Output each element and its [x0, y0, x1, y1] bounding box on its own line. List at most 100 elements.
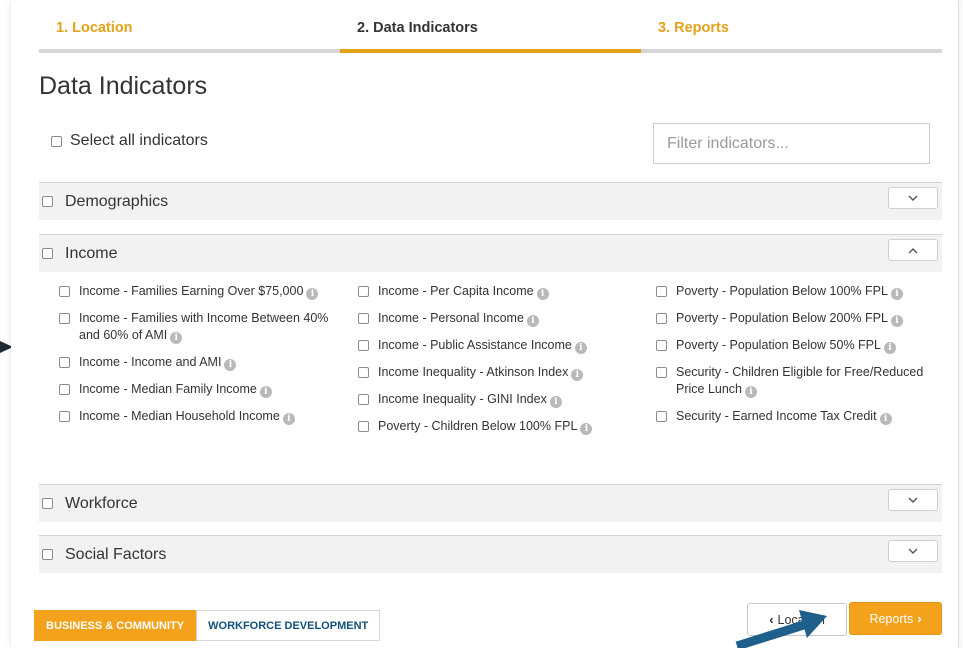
indicator-checkbox[interactable]: [59, 384, 70, 395]
section-social-factors-checkbox[interactable]: [42, 549, 53, 560]
indicator-label: Income - Personal Income: [378, 311, 524, 325]
section-demographics-checkbox[interactable]: [42, 196, 53, 207]
indicator-label: Poverty - Children Below 100% FPL: [378, 419, 578, 433]
section-workforce[interactable]: Workforce: [39, 484, 942, 522]
info-icon[interactable]: i: [879, 413, 892, 425]
indicator-item[interactable]: Poverty - Population Below 100% FPL i: [656, 283, 946, 300]
section-income-checkbox[interactable]: [42, 248, 53, 259]
indicator-checkbox[interactable]: [358, 367, 369, 378]
indicator-checkbox[interactable]: [656, 411, 667, 422]
info-icon[interactable]: i: [306, 288, 319, 300]
step-data-indicators[interactable]: 2. Data Indicators: [340, 0, 641, 53]
step-reports[interactable]: 3. Reports: [641, 0, 942, 53]
section-income[interactable]: Income: [39, 234, 942, 272]
indicator-item[interactable]: Poverty - Population Below 200% FPL i: [656, 310, 946, 327]
indicator-checkbox[interactable]: [59, 313, 70, 324]
step-location[interactable]: 1. Location: [39, 0, 340, 53]
section-income-collapse-button[interactable]: [888, 239, 938, 261]
info-icon[interactable]: i: [282, 413, 295, 425]
indicator-item[interactable]: Security - Earned Income Tax Credit i: [656, 408, 946, 425]
chevron-down-icon: [908, 497, 918, 503]
indicator-checkbox[interactable]: [59, 357, 70, 368]
info-icon[interactable]: i: [580, 423, 593, 435]
section-demographics[interactable]: Demographics: [39, 182, 942, 220]
indicator-label: Income - Per Capita Income: [378, 284, 534, 298]
indicator-label: Income - Median Household Income: [79, 409, 280, 423]
section-income-title: Income: [65, 244, 118, 262]
step-data-indicators-label: 2. Data Indicators: [357, 20, 478, 36]
indicator-item[interactable]: Income Inequality - GINI Index i: [358, 391, 658, 408]
indicator-checkbox[interactable]: [358, 421, 369, 432]
info-icon[interactable]: i: [259, 386, 272, 398]
next-reports-button[interactable]: Reports ›: [849, 602, 942, 635]
page-title: Data Indicators: [39, 72, 208, 100]
indicator-checkbox[interactable]: [656, 340, 667, 351]
indicator-checkbox[interactable]: [358, 286, 369, 297]
indicator-item[interactable]: Income - Income and AMI i: [59, 354, 359, 371]
section-workforce-checkbox[interactable]: [42, 498, 53, 509]
chevron-down-icon: [908, 548, 918, 554]
filter-indicators-input[interactable]: [653, 123, 930, 164]
section-workforce-expand-button[interactable]: [888, 489, 938, 511]
indicator-item[interactable]: Income - Median Family Income i: [59, 381, 359, 398]
section-social-factors[interactable]: Social Factors: [39, 535, 942, 573]
select-all-indicators[interactable]: Select all indicators: [51, 132, 208, 150]
indicator-column-3: Poverty - Population Below 100% FPL i Pov…: [656, 283, 946, 435]
indicator-item[interactable]: Income - Public Assistance Income i: [358, 337, 658, 354]
indicator-label: Income Inequality - GINI Index: [378, 392, 547, 406]
indicator-item[interactable]: Income - Per Capita Income i: [358, 283, 658, 300]
indicator-checkbox[interactable]: [358, 340, 369, 351]
indicator-label: Income - Income and AMI: [79, 355, 222, 369]
indicator-label: Poverty - Population Below 50% FPL: [676, 338, 881, 352]
info-icon[interactable]: i: [549, 396, 562, 408]
indicator-item[interactable]: Income - Median Household Income i: [59, 408, 359, 425]
select-all-checkbox[interactable]: [51, 135, 62, 147]
indicator-item[interactable]: Income - Families with Income Between 40…: [59, 310, 359, 344]
indicator-checkbox[interactable]: [656, 367, 667, 378]
indicator-checkbox[interactable]: [656, 286, 667, 297]
indicator-item[interactable]: Income Inequality - Atkinson Index i: [358, 364, 658, 381]
info-icon[interactable]: i: [745, 386, 758, 398]
select-all-label: Select all indicators: [70, 132, 208, 149]
indicator-checkbox[interactable]: [59, 411, 70, 422]
info-icon[interactable]: i: [224, 359, 237, 371]
section-demographics-expand-button[interactable]: [888, 187, 938, 209]
chevron-down-icon: [908, 195, 918, 201]
indicator-item[interactable]: Security - Children Eligible for Free/Re…: [656, 364, 946, 398]
info-icon[interactable]: i: [571, 369, 584, 381]
indicator-label: Income - Median Family Income: [79, 382, 257, 396]
section-social-factors-title: Social Factors: [65, 545, 167, 563]
section-social-factors-expand-button[interactable]: [888, 540, 938, 562]
indicator-label: Income - Families with Income Between 40…: [79, 311, 329, 342]
indicator-checkbox[interactable]: [358, 394, 369, 405]
annotation-arrow-bottom: [735, 610, 827, 648]
chevron-right-icon: ›: [917, 611, 922, 626]
indicator-label: Poverty - Population Below 200% FPL: [676, 311, 888, 325]
indicator-item[interactable]: Income - Families Earning Over $75,000 i: [59, 283, 359, 300]
tab-business-community[interactable]: BUSINESS & COMMUNITY: [34, 610, 197, 641]
indicator-item[interactable]: Income - Personal Income i: [358, 310, 658, 327]
indicator-checkbox[interactable]: [358, 313, 369, 324]
indicator-checkbox[interactable]: [59, 286, 70, 297]
indicator-label: Security - Children Eligible for Free/Re…: [676, 365, 924, 396]
next-button-label: Reports: [869, 611, 914, 626]
indicator-label: Income - Public Assistance Income: [378, 338, 572, 352]
indicator-label: Poverty - Population Below 100% FPL: [676, 284, 888, 298]
info-icon[interactable]: i: [890, 315, 903, 327]
indicator-checkbox[interactable]: [656, 313, 667, 324]
info-icon[interactable]: i: [526, 315, 539, 327]
indicator-item[interactable]: Poverty - Population Below 50% FPL i: [656, 337, 946, 354]
indicator-column-1: Income - Families Earning Over $75,000 i …: [59, 283, 359, 435]
indicator-column-2: Income - Per Capita Income i Income - Per…: [358, 283, 658, 445]
step-reports-label: 3. Reports: [658, 20, 729, 36]
info-icon[interactable]: i: [170, 332, 183, 344]
info-icon[interactable]: i: [574, 342, 587, 354]
info-icon[interactable]: i: [536, 288, 549, 300]
info-icon[interactable]: i: [890, 288, 903, 300]
indicator-item[interactable]: Poverty - Children Below 100% FPL i: [358, 418, 658, 435]
tab-workforce-development[interactable]: WORKFORCE DEVELOPMENT: [196, 610, 381, 641]
info-icon[interactable]: i: [883, 342, 896, 354]
app-frame: 1. Location 2. Data Indicators 3. Report…: [11, 0, 959, 648]
section-demographics-title: Demographics: [65, 192, 169, 210]
indicator-label: Income - Families Earning Over $75,000: [79, 284, 304, 298]
